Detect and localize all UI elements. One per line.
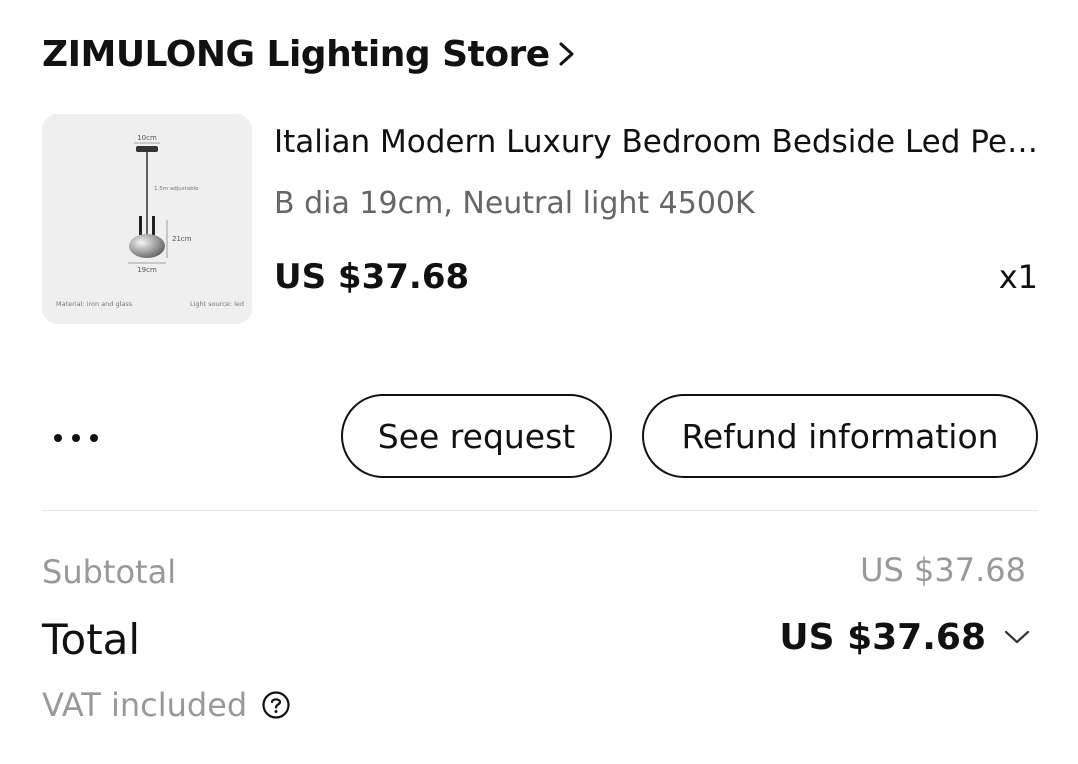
image-label-light: Light source: led [190, 300, 244, 308]
store-header-link[interactable]: ZIMULONG Lighting Store [42, 30, 578, 78]
dot [90, 434, 98, 442]
see-request-button[interactable]: See request [341, 394, 612, 478]
product-title[interactable]: Italian Modern Luxury Bedroom Bedside Le… [274, 120, 1038, 164]
vat-row: VAT included [42, 682, 291, 728]
store-name: ZIMULONG Lighting Store [42, 33, 550, 75]
more-horizontal-icon[interactable] [48, 418, 104, 458]
total-expand-toggle[interactable]: US $37.68 [779, 612, 1032, 662]
product-variant: B dia 19cm, Neutral light 4500K [274, 186, 755, 221]
help-circle-icon[interactable] [261, 690, 291, 720]
image-label-material: Material: iron and glass [56, 300, 133, 308]
image-label-top: 10cm [137, 134, 157, 142]
image-label-cord: 1.5m adjustable [154, 186, 199, 192]
chevron-right-icon [559, 42, 574, 66]
total-value: US $37.68 [779, 616, 986, 658]
vat-label: VAT included [42, 686, 248, 724]
divider [42, 510, 1038, 511]
dot [72, 434, 80, 442]
image-label-height: 21cm [172, 235, 192, 243]
product-quantity: x1 [998, 258, 1038, 296]
product-image[interactable]: 10cm 1.5m adjustable 21cm 19cm Material:… [42, 114, 252, 324]
refund-information-button[interactable]: Refund information [642, 394, 1038, 478]
subtotal-value: US $37.68 [860, 551, 1026, 589]
dot [54, 434, 62, 442]
total-label: Total [42, 615, 141, 664]
chevron-down-icon [1004, 630, 1030, 644]
subtotal-label: Subtotal [42, 553, 177, 591]
image-label-width: 19cm [137, 266, 157, 274]
product-price: US $37.68 [274, 257, 470, 297]
